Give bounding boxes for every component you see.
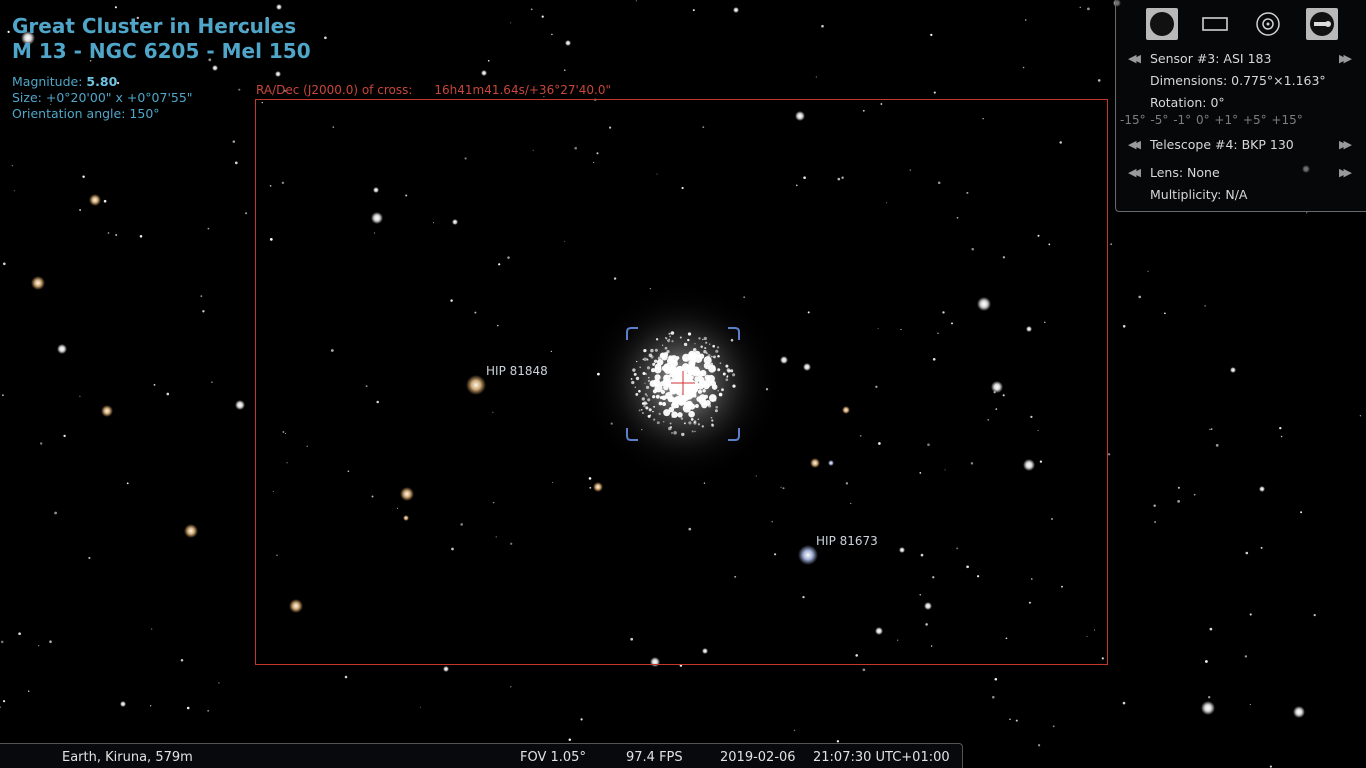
bottom-status-bar: Earth, Kiruna, 579m FOV 1.05° 97.4 FPS 2… [0, 743, 963, 768]
lens-label: Lens: None [1150, 165, 1220, 180]
oculars-toolbar [1146, 8, 1356, 42]
sensor-row: ◀◀ Sensor #3: ASI 183 ▶▶ [1116, 51, 1366, 69]
date-text[interactable]: 2019-02-06 [720, 750, 796, 765]
ccd-mode-icon[interactable] [1146, 8, 1178, 40]
telescope-label: Telescope #4: BKP 130 [1150, 137, 1294, 152]
telrad-icon[interactable] [1306, 8, 1338, 40]
orientation-line: Orientation angle: 150° [12, 106, 160, 121]
telescope-next-icon[interactable]: ▶▶ [1339, 138, 1355, 152]
multiplicity-row: Multiplicity: N/A [1116, 187, 1366, 205]
radec-label: RA/Dec (J2000.0) of cross: [256, 83, 413, 97]
sensor-frame [255, 99, 1108, 665]
dimensions-row: Dimensions: 0.775°×1.163° [1116, 73, 1366, 91]
sensor-prev-icon[interactable]: ◀◀ [1128, 52, 1144, 66]
location-text[interactable]: Earth, Kiruna, 579m [62, 750, 193, 765]
crosshair-radec: RA/Dec (J2000.0) of cross: 16h41m41.64s/+… [256, 83, 611, 97]
lens-next-icon[interactable]: ▶▶ [1339, 166, 1355, 180]
object-title: Great Cluster in Hercules M 13 - NGC 620… [12, 14, 311, 64]
rotation-row: Rotation: 0° [1116, 95, 1366, 113]
magnitude-label: Magnitude: [12, 74, 87, 89]
sensor-frame-icon[interactable] [1199, 8, 1231, 40]
lens-prev-icon[interactable]: ◀◀ [1128, 166, 1144, 180]
star-label-hip-81848[interactable]: HIP 81848 [486, 364, 548, 378]
sensor-label: Sensor #3: ASI 183 [1150, 51, 1272, 66]
oculars-panel: ◀◀ Sensor #3: ASI 183 ▶▶ Dimensions: 0.7… [1115, 0, 1366, 212]
rotation-label: Rotation: 0° [1150, 95, 1225, 110]
sensor-next-icon[interactable]: ▶▶ [1339, 52, 1355, 66]
radec-value: 16h41m41.64s/+36°27'40.0" [434, 83, 612, 97]
magnitude-line: Magnitude: 5.80 [12, 74, 193, 90]
telescope-row: ◀◀ Telescope #4: BKP 130 ▶▶ [1116, 137, 1366, 155]
time-text[interactable]: 21:07:30 UTC+01:00 [813, 750, 950, 765]
sky-view[interactable]: Great Cluster in Hercules M 13 - NGC 620… [0, 0, 1366, 768]
lens-row: ◀◀ Lens: None ▶▶ [1116, 165, 1366, 183]
ocular-icon[interactable] [1252, 8, 1284, 40]
dimensions-label: Dimensions: 0.775°×1.163° [1150, 73, 1326, 88]
object-designations: M 13 - NGC 6205 - Mel 150 [12, 39, 311, 63]
fov-text: FOV 1.05° [520, 750, 586, 765]
fps-text: 97.4 FPS [626, 750, 683, 765]
object-name: Great Cluster in Hercules [12, 14, 297, 38]
telescope-prev-icon[interactable]: ◀◀ [1128, 138, 1144, 152]
multiplicity-label: Multiplicity: N/A [1150, 187, 1248, 202]
rotation-steps[interactable]: -15° -5° -1° 0° +1° +5° +15° [1120, 113, 1303, 127]
size-line: Size: +0°20'00" x +0°07'55" [12, 90, 193, 105]
object-info: Magnitude: 5.80 Size: +0°20'00" x +0°07'… [12, 74, 193, 122]
star-label-hip-81673[interactable]: HIP 81673 [816, 534, 878, 548]
magnitude-value: 5.80 [86, 74, 118, 89]
